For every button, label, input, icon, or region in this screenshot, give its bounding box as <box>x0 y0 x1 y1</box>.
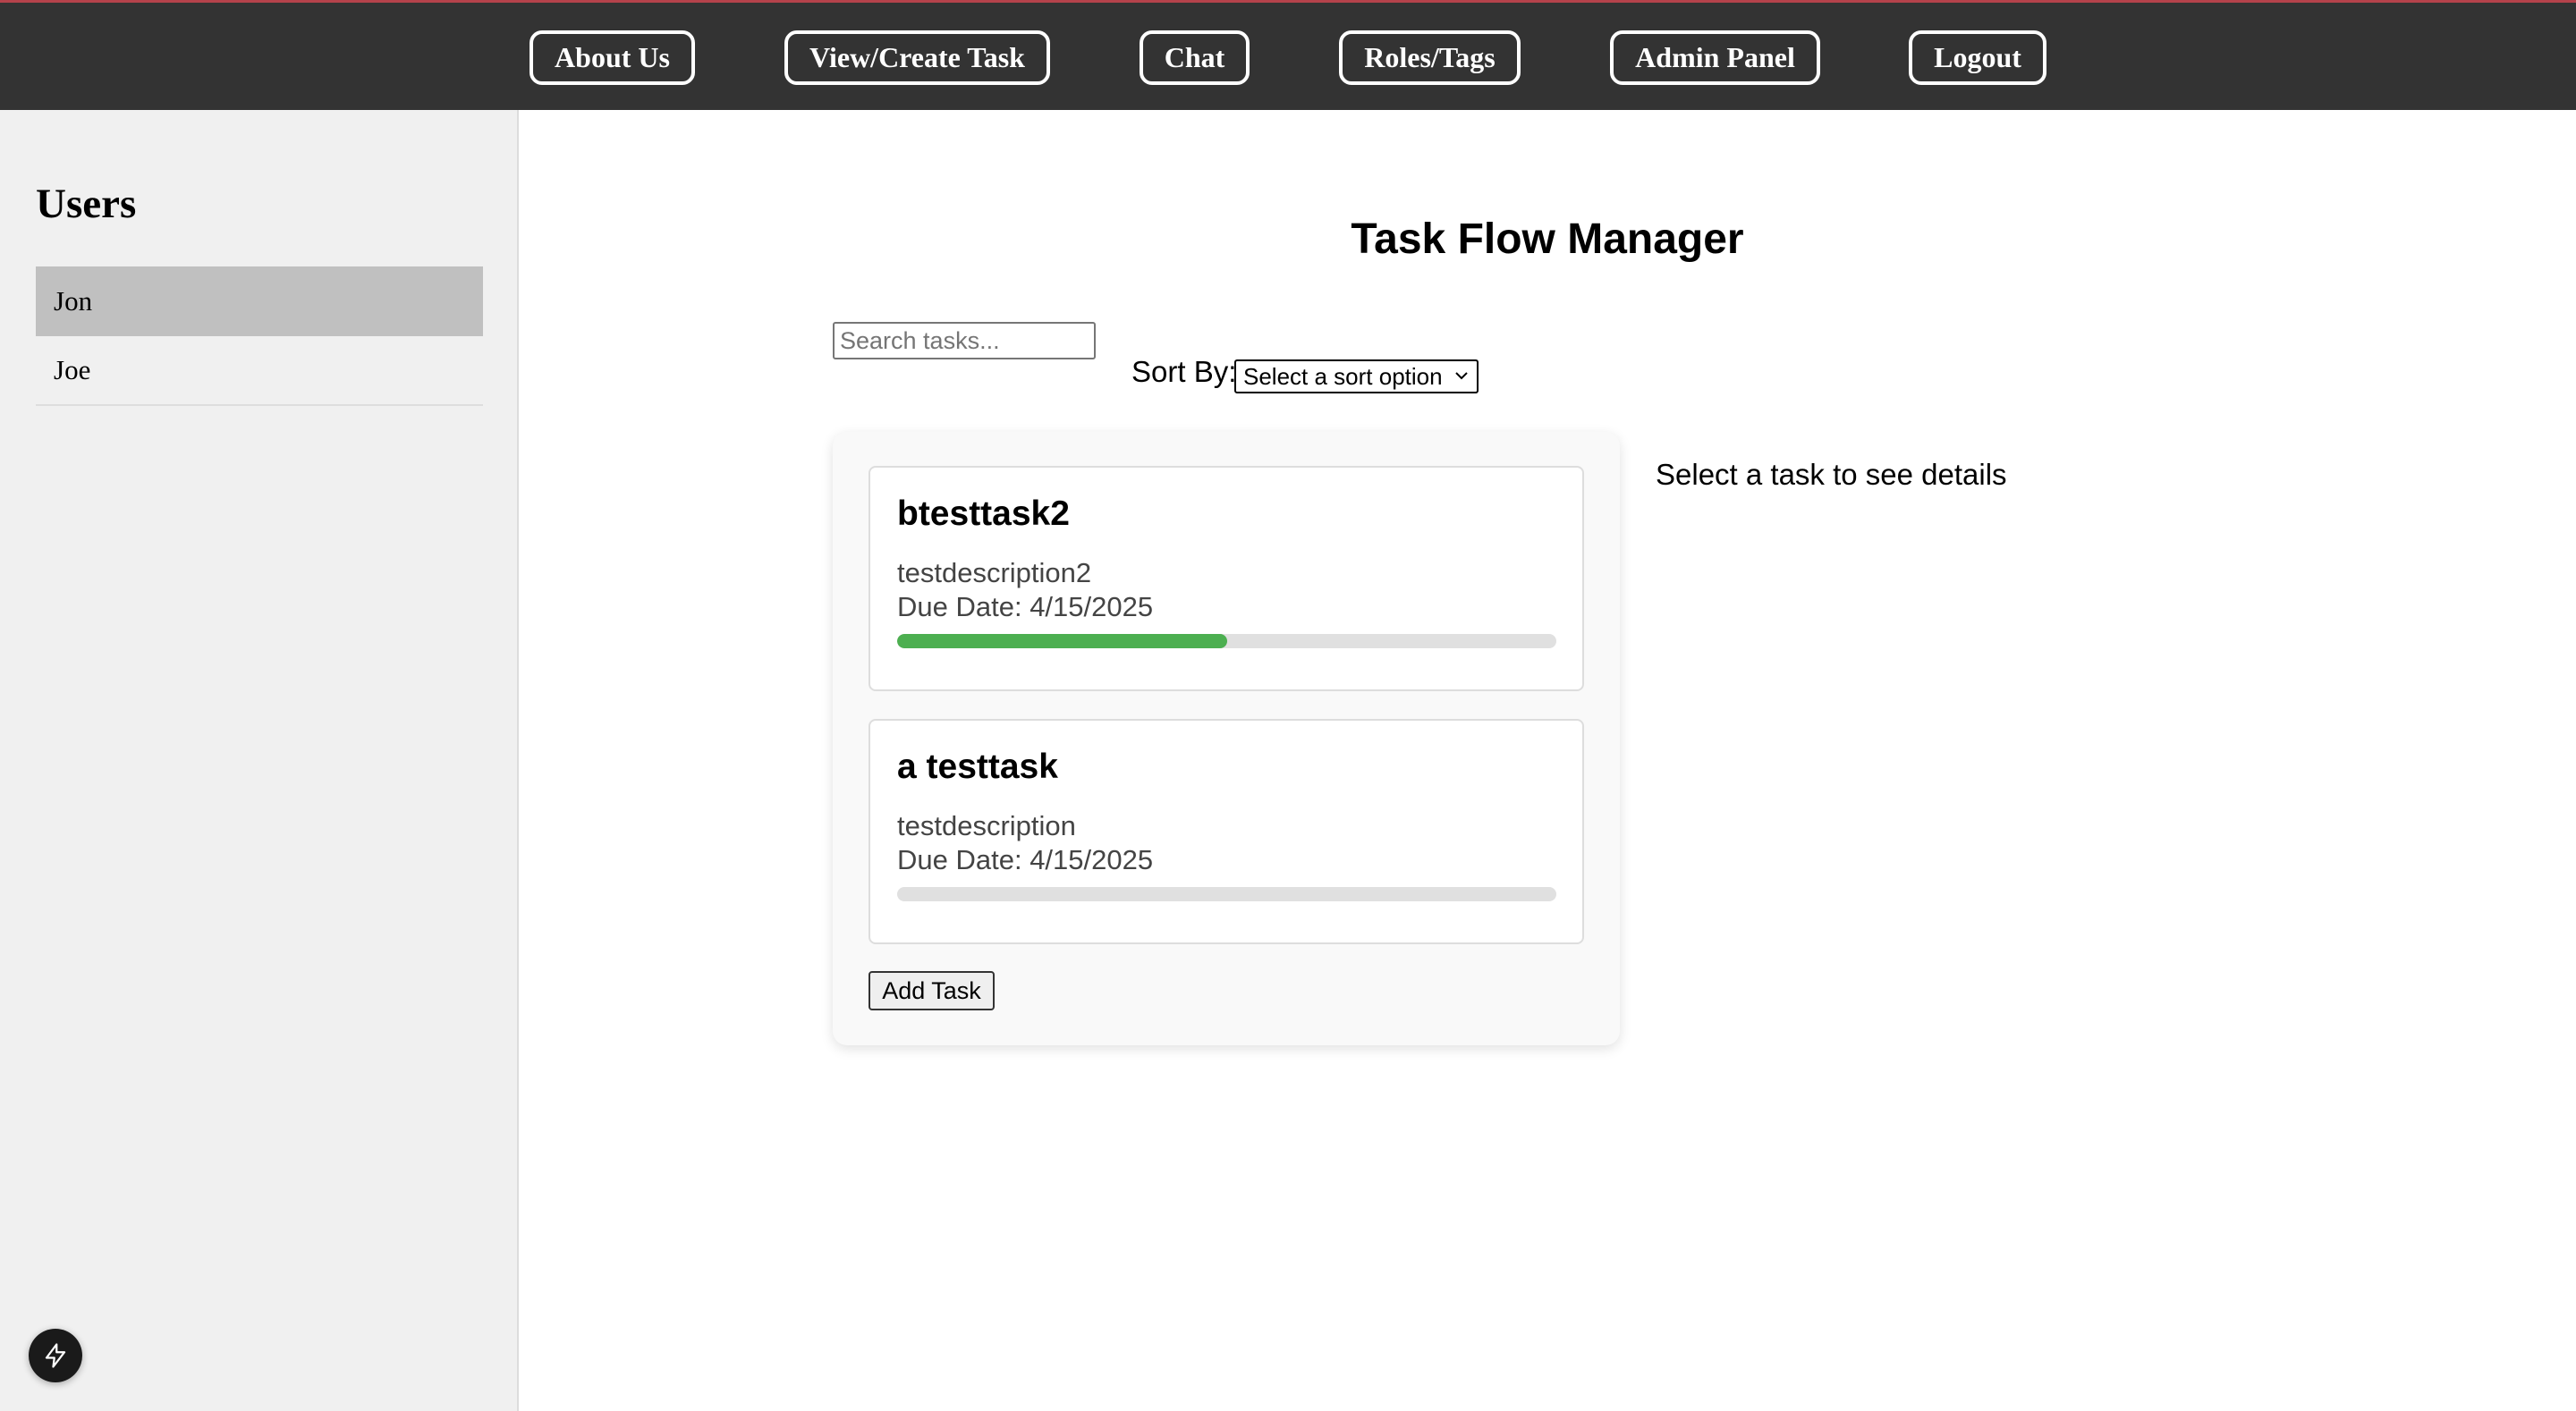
lightning-icon <box>45 1343 66 1368</box>
task-progress-bar <box>897 887 1556 901</box>
sort-selected-value: Select a sort option <box>1243 362 1443 390</box>
user-name: Joe <box>54 354 91 385</box>
chevron-down-icon <box>1455 372 1468 380</box>
task-title: btesttask2 <box>897 494 1070 533</box>
sidebar-title: Users <box>36 181 137 227</box>
nav-chat-button[interactable]: Chat <box>1140 30 1250 85</box>
user-item-jon[interactable]: Jon <box>36 266 483 336</box>
add-task-button[interactable]: Add Task <box>869 971 995 1010</box>
page-title: Task Flow Manager <box>1351 215 1744 263</box>
nav-admin-panel-button[interactable]: Admin Panel <box>1610 30 1820 85</box>
dev-tools-button[interactable] <box>29 1329 82 1382</box>
task-description: testdescription2 <box>897 557 1092 588</box>
users-sidebar: Users Jon Joe <box>0 110 519 1411</box>
nav-about-us-button[interactable]: About Us <box>530 30 695 85</box>
task-card[interactable]: btesttask2 testdescription2 Due Date: 4/… <box>869 466 1584 691</box>
user-name: Jon <box>54 285 93 317</box>
task-details-placeholder: Select a task to see details <box>1656 458 2007 491</box>
task-card[interactable]: a testtask testdescription Due Date: 4/1… <box>869 719 1584 944</box>
task-progress-bar <box>897 634 1556 648</box>
task-progress-fill <box>897 634 1227 648</box>
task-title: a testtask <box>897 748 1058 786</box>
task-list-panel: btesttask2 testdescription2 Due Date: 4/… <box>833 432 1620 1045</box>
task-due-date: Due Date: 4/15/2025 <box>897 844 1154 875</box>
nav-view-create-task-button[interactable]: View/Create Task <box>784 30 1050 85</box>
sort-select[interactable]: Select a sort option <box>1234 359 1479 393</box>
top-nav-bar: About Us View/Create Task Chat Roles/Tag… <box>0 0 2576 110</box>
nav-logout-button[interactable]: Logout <box>1909 30 2046 85</box>
task-due-date: Due Date: 4/15/2025 <box>897 591 1154 622</box>
user-item-joe[interactable]: Joe <box>36 336 483 406</box>
task-description: testdescription <box>897 810 1076 841</box>
sort-label: Sort By: <box>1131 355 1237 388</box>
search-input[interactable] <box>833 322 1096 359</box>
nav-roles-tags-button[interactable]: Roles/Tags <box>1339 30 1521 85</box>
